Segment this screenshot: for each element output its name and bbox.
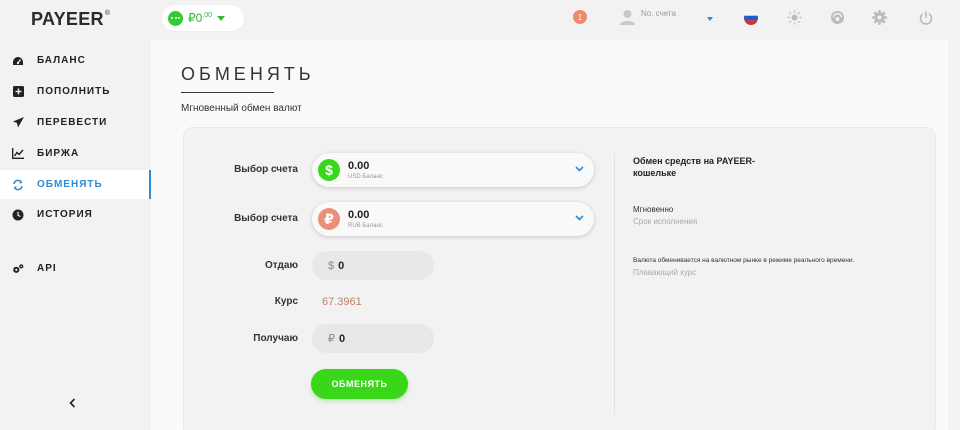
user-avatar-icon[interactable] (620, 9, 635, 25)
power-icon[interactable] (918, 10, 933, 25)
sidebar-collapse-button[interactable] (59, 391, 85, 415)
chevron-left-icon (68, 398, 75, 408)
logo-text: PAYEER (31, 9, 104, 29)
rate-label: Курс (274, 296, 298, 307)
receive-amount-input[interactable] (339, 332, 419, 345)
speed-value: Мгновенно (633, 205, 674, 214)
from-account-label: Выбор счета (234, 164, 298, 175)
from-account-select[interactable]: $ 0.00 USD Баланс (312, 153, 594, 187)
balance-amount: ₽0.00 (188, 11, 213, 25)
payeer-logo[interactable]: PAYEER® (31, 9, 111, 30)
info-title: Обмен средств на PAYEER-кошельке (633, 156, 756, 178)
exchange-card: Выбор счета $ 0.00 USD Баланс Выбор счет… (183, 127, 936, 430)
support-icon[interactable] (830, 10, 845, 25)
rate-value: 67.3961 (322, 296, 362, 308)
ruble-symbol: ₽ (328, 333, 335, 345)
account-number-label[interactable]: No. счета (641, 9, 676, 18)
sidebar-item-label: БИРЖА (37, 148, 80, 159)
dollar-icon: $ (318, 159, 340, 181)
sidebar-item-label: ПЕРЕВЕСТИ (37, 117, 108, 128)
from-account-caption: USD Баланс (348, 174, 383, 180)
send-icon (12, 117, 24, 129)
language-flag-icon[interactable] (743, 10, 758, 25)
receive-amount-field[interactable]: ₽ (312, 324, 434, 353)
from-account-amount: 0.00 (348, 160, 370, 172)
sidebar-item-label: ОБМЕНЯТЬ (37, 179, 103, 190)
rate-description: Валюта обменивается на валютном рынке в … (633, 257, 855, 264)
chevron-down-icon (575, 215, 584, 221)
exchange-submit-button[interactable]: ОБМЕНЯТЬ (311, 369, 408, 399)
ruble-icon: ₽ (318, 208, 340, 230)
page-subtitle: Мгновенный обмен валют (181, 103, 302, 114)
title-underline (181, 92, 274, 93)
notification-badge[interactable]: 1 (573, 10, 587, 24)
speed-caption: Срок исполнения (633, 217, 698, 226)
receive-label: Получаю (253, 333, 298, 344)
scrollbar-track[interactable] (948, 0, 960, 430)
sidebar-item-balance[interactable]: БАЛАНС (0, 46, 151, 75)
sidebar: PAYEER® БАЛАНС ПОПОЛНИТЬ ПЕРЕВЕСТИ БИРЖА… (0, 0, 151, 430)
sidebar-item-deposit[interactable]: ПОПОЛНИТЬ (0, 77, 151, 106)
sidebar-item-label: ИСТОРИЯ (37, 209, 93, 220)
give-amount-input[interactable] (338, 259, 419, 272)
to-account-amount: 0.00 (348, 209, 370, 221)
plus-square-icon (12, 86, 24, 98)
sidebar-item-history[interactable]: ИСТОРИЯ (0, 200, 151, 229)
balance-selector[interactable]: ₽0.00 (162, 5, 244, 31)
sidebar-item-exchange-market[interactable]: БИРЖА (0, 139, 151, 168)
sidebar-item-label: ПОПОЛНИТЬ (37, 86, 111, 97)
more-dots-icon (168, 10, 183, 26)
gears-icon (12, 263, 24, 275)
caret-down-icon (217, 15, 226, 21)
account-caret-icon[interactable] (707, 17, 713, 21)
to-account-select[interactable]: ₽ 0.00 RUB Баланс (312, 202, 594, 236)
chevron-down-icon (575, 166, 584, 172)
logo-registered-mark: ® (104, 10, 111, 17)
gear-icon[interactable] (872, 10, 887, 25)
dollar-symbol: $ (328, 259, 335, 272)
sidebar-item-label: БАЛАНС (37, 55, 86, 66)
clock-icon (12, 209, 24, 221)
page-title: ОБМЕНЯТЬ (181, 64, 315, 84)
gauge-icon (12, 55, 24, 67)
sidebar-item-api[interactable]: API (0, 254, 151, 283)
sidebar-item-label: API (37, 263, 57, 274)
sun-icon[interactable] (787, 10, 802, 25)
card-divider (614, 153, 615, 415)
chart-line-icon (12, 148, 24, 160)
sidebar-item-exchange[interactable]: ОБМЕНЯТЬ (0, 170, 151, 199)
main-content: ОБМЕНЯТЬ Мгновенный обмен валют Выбор сч… (151, 40, 948, 430)
sidebar-item-transfer[interactable]: ПЕРЕВЕСТИ (0, 108, 151, 137)
to-account-label: Выбор счета (234, 213, 298, 224)
give-amount-field[interactable]: $ (312, 251, 434, 280)
give-label: Отдаю (265, 260, 298, 271)
rate-caption: Плавающий курс (633, 268, 697, 277)
exchange-icon (12, 179, 24, 191)
to-account-caption: RUB Баланс (348, 223, 383, 229)
topbar: ₽0.00 1 No. счета (151, 0, 960, 40)
